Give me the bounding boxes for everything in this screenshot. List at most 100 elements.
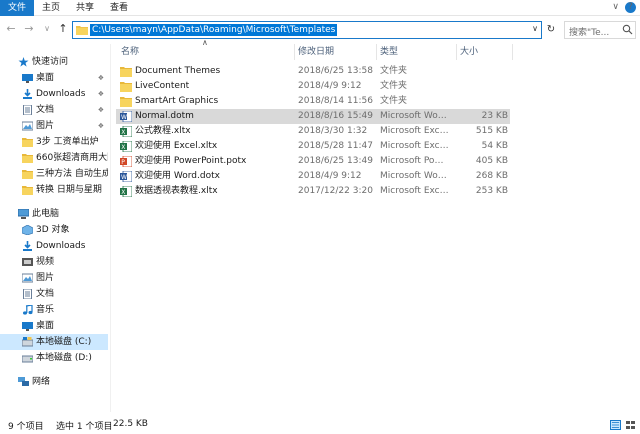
- chevron-down-icon[interactable]: ∨: [612, 2, 619, 13]
- word-icon: W: [120, 111, 132, 122]
- nav-documents[interactable]: 文档 ❖: [0, 102, 108, 118]
- file-type: 文件夹: [380, 81, 408, 91]
- nav-quick-access[interactable]: 快速访问: [0, 54, 108, 70]
- nav-label: 视频: [36, 257, 55, 267]
- svg-text:W: W: [121, 174, 127, 181]
- ribbon: 文件 主页 共享 查看 ∨ ?: [0, 0, 640, 16]
- nav-label: 网络: [32, 377, 51, 387]
- nav-downloads[interactable]: Downloads ❖: [0, 86, 108, 102]
- pin-icon[interactable]: ❖: [98, 118, 104, 134]
- file-row[interactable]: X 欢迎使用 Excel.xltx 2018/5/28 11:47 Micros…: [116, 139, 510, 154]
- column-divider[interactable]: [294, 44, 295, 60]
- file-row[interactable]: SmartArt Graphics 2018/8/14 11:56 文件夹: [116, 94, 510, 109]
- address-path[interactable]: C:\Users\mayn\AppData\Roaming\Microsoft\…: [90, 24, 338, 36]
- nav-drive-d[interactable]: 本地磁盘 (D:): [0, 350, 108, 366]
- nav-this-pc[interactable]: 此电脑: [0, 206, 108, 222]
- nav-folder[interactable]: 660张超清商用大图: [0, 150, 108, 166]
- back-arrow-icon[interactable]: ←: [4, 22, 18, 36]
- nav-label: 文档: [36, 289, 55, 299]
- column-divider[interactable]: [456, 44, 457, 60]
- file-row[interactable]: X 公式教程.xltx 2018/3/30 1:32 Microsoft Exc…: [116, 124, 510, 139]
- tab-share[interactable]: 共享: [68, 0, 102, 16]
- file-name: 数据透视表教程.xltx: [135, 186, 218, 196]
- ribbon-right: ∨ ?: [612, 2, 636, 13]
- pin-icon[interactable]: ❖: [98, 86, 104, 102]
- file-row[interactable]: P 欢迎使用 PowerPoint.potx 2018/6/25 13:49 M…: [116, 154, 510, 169]
- nav-folder[interactable]: 三种方法 自动生成: [0, 166, 108, 182]
- svg-text:W: W: [121, 114, 127, 121]
- file-date: 2018/4/9 9:12: [298, 81, 362, 91]
- sort-ascending-icon: ∧: [202, 38, 208, 47]
- drive-icon: [22, 337, 33, 347]
- nav-drive-c[interactable]: 本地磁盘 (C:): [0, 334, 108, 350]
- column-header-size[interactable]: 大小: [460, 44, 478, 60]
- pin-icon[interactable]: ❖: [98, 70, 104, 86]
- search-icon: [622, 24, 633, 35]
- file-row[interactable]: LiveContent 2018/4/9 9:12 文件夹: [116, 79, 510, 94]
- nav-music[interactable]: 音乐: [0, 302, 108, 318]
- pin-icon[interactable]: ❖: [98, 102, 104, 118]
- svg-text:P: P: [121, 159, 125, 166]
- recent-locations-chevron-icon[interactable]: ∨: [40, 22, 54, 36]
- refresh-icon[interactable]: ↻: [544, 22, 558, 38]
- column-header-type[interactable]: 类型: [380, 44, 398, 60]
- nav-3d-objects[interactable]: 3D 对象: [0, 222, 108, 238]
- address-dropdown-icon[interactable]: ∨: [532, 24, 538, 33]
- status-selected-count: 选中 1 个项目: [56, 422, 113, 432]
- file-row[interactable]: Document Themes 2018/6/25 13:58 文件夹: [116, 64, 510, 79]
- nav-label: 音乐: [36, 305, 55, 315]
- column-header-date[interactable]: 修改日期: [298, 44, 334, 60]
- folder-icon: [120, 67, 132, 77]
- nav-folder[interactable]: 3步 工资单出炉: [0, 134, 108, 150]
- nav-pictures[interactable]: 图片: [0, 270, 108, 286]
- file-type: 文件夹: [380, 96, 408, 106]
- search-placeholder: 搜索"Te...: [569, 28, 610, 38]
- svg-text:X: X: [121, 129, 125, 136]
- column-header-name[interactable]: 名称: [121, 44, 139, 60]
- file-row-selected[interactable]: W Normal.dotm 2018/8/16 15:49 Microsoft …: [116, 109, 510, 124]
- star-icon: [18, 57, 29, 67]
- nav-network[interactable]: 网络: [0, 374, 108, 390]
- nav-pictures[interactable]: 图片 ❖: [0, 118, 108, 134]
- tab-file[interactable]: 文件: [0, 0, 34, 16]
- file-size: 268 KB: [475, 171, 508, 181]
- details-view-icon[interactable]: [610, 420, 621, 430]
- file-type: 文件夹: [380, 66, 408, 76]
- download-icon: [23, 241, 32, 251]
- video-icon: [22, 258, 33, 266]
- column-divider[interactable]: [512, 44, 513, 60]
- nav-videos[interactable]: 视频: [0, 254, 108, 270]
- nav-documents[interactable]: 文档: [0, 286, 108, 302]
- network-icon: [18, 377, 29, 386]
- nav-downloads[interactable]: Downloads: [0, 238, 108, 254]
- folder-icon: [76, 26, 88, 35]
- file-row[interactable]: X 数据透视表教程.xltx 2017/12/22 3:20 Microsoft…: [116, 184, 510, 199]
- pane-divider[interactable]: [110, 44, 111, 412]
- nav-label: 三种方法 自动生成: [36, 169, 108, 179]
- picture-icon: [22, 273, 33, 283]
- file-row[interactable]: W 欢迎使用 Word.dotx 2018/4/9 9:12 Microsoft…: [116, 169, 510, 184]
- forward-arrow-icon[interactable]: →: [22, 22, 36, 36]
- folder-icon: [120, 82, 132, 92]
- nav-folder[interactable]: 转换 日期与星期: [0, 182, 108, 198]
- 3d-objects-icon: [22, 225, 33, 235]
- nav-desktop[interactable]: 桌面 ❖: [0, 70, 108, 86]
- svg-text:X: X: [121, 144, 125, 151]
- help-icon[interactable]: ?: [625, 2, 636, 13]
- nav-desktop[interactable]: 桌面: [0, 318, 108, 334]
- column-divider[interactable]: [376, 44, 377, 60]
- tab-view[interactable]: 查看: [102, 0, 136, 16]
- nav-label: 3步 工资单出炉: [36, 137, 99, 147]
- address-bar[interactable]: C:\Users\mayn\AppData\Roaming\Microsoft\…: [72, 21, 542, 39]
- file-date: 2018/5/28 11:47: [298, 141, 373, 151]
- download-icon: [23, 89, 32, 99]
- search-box[interactable]: 搜索"Te...: [564, 21, 636, 39]
- nav-label: 文档: [36, 105, 55, 115]
- file-date: 2018/8/16 15:49: [298, 111, 373, 121]
- large-icons-view-icon[interactable]: [625, 420, 636, 430]
- status-item-count: 9 个项目: [8, 422, 44, 432]
- tab-home[interactable]: 主页: [34, 0, 68, 16]
- up-arrow-icon[interactable]: ↑: [56, 22, 70, 36]
- file-name: 欢迎使用 Excel.xltx: [135, 141, 218, 151]
- file-name: 欢迎使用 PowerPoint.potx: [135, 156, 247, 166]
